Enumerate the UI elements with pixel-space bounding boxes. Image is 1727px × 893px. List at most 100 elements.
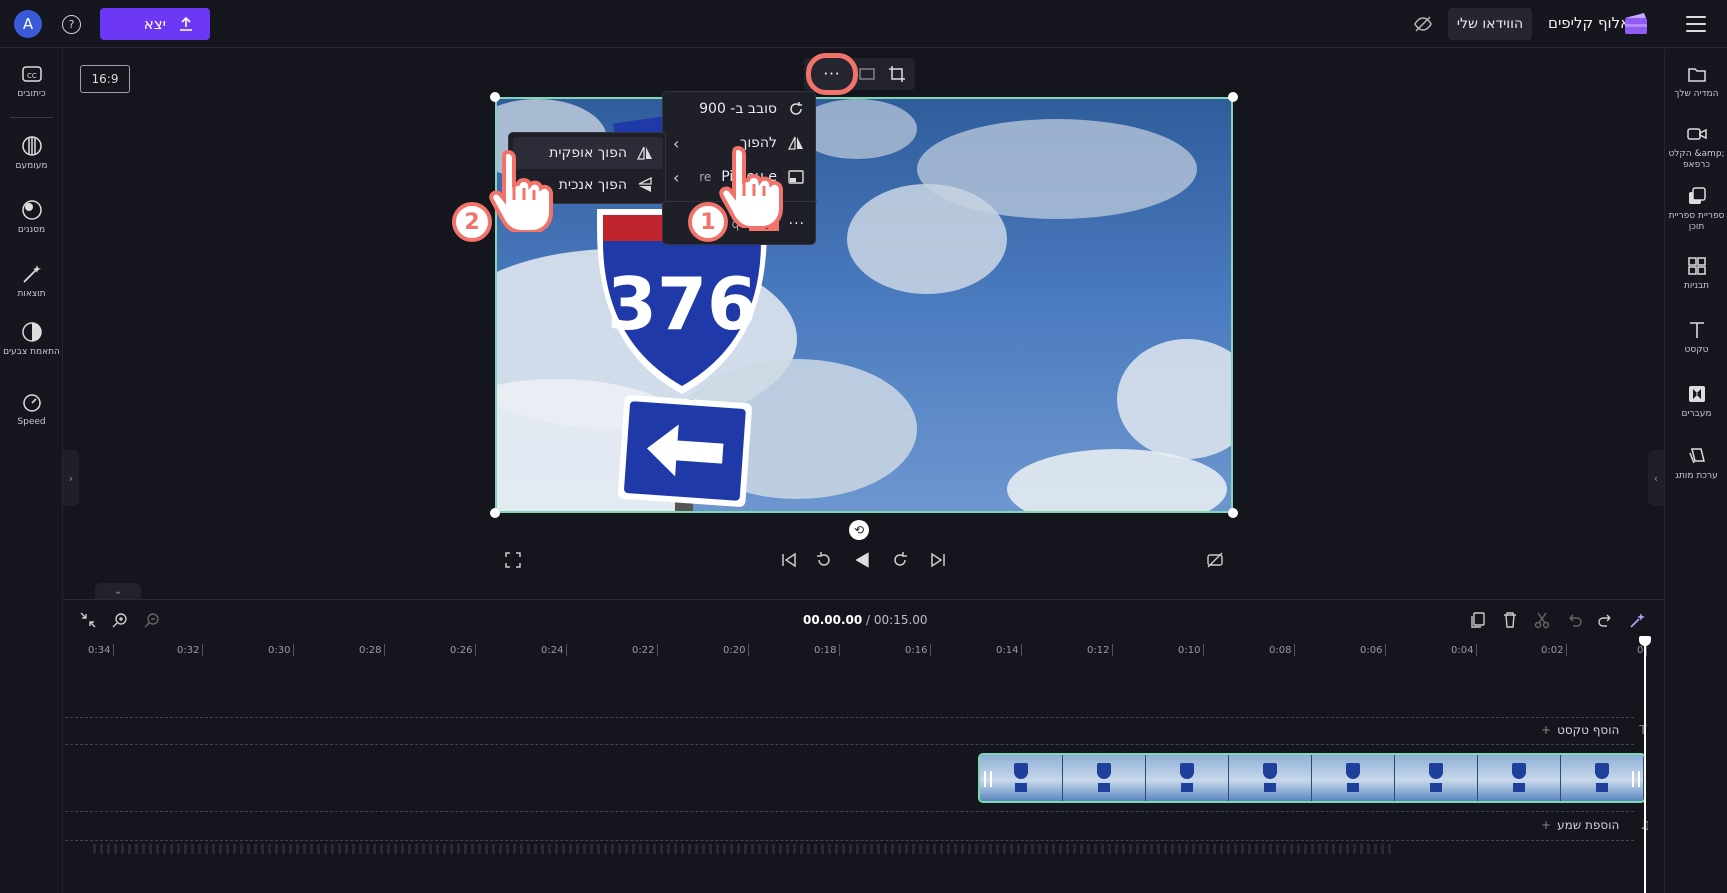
sidebar-item-effects[interactable]: תוצאות: [0, 263, 63, 300]
sidebar-label: תבניות: [1683, 281, 1710, 291]
shield-number: 376: [607, 262, 757, 346]
ruler-tick: 0: [1637, 644, 1649, 656]
redo-icon[interactable]: [1597, 611, 1615, 629]
add-audio-track-button[interactable]: + הוספת שמע ♫: [1541, 818, 1650, 832]
play-button[interactable]: [852, 550, 872, 570]
sidebar-item-text[interactable]: טקסט: [1665, 319, 1727, 356]
clipchamp-logo-icon: [1625, 13, 1647, 34]
more-options-button[interactable]: ···: [806, 53, 858, 95]
collapse-right-panel-chevron-icon[interactable]: ‹: [1648, 450, 1664, 506]
ruler-tick: 0:16: [905, 644, 933, 656]
export-button[interactable]: יצא: [100, 8, 210, 40]
resize-handle-bottom-left[interactable]: [490, 508, 500, 518]
clip-thumbnail: [1395, 755, 1478, 801]
duplicate-icon[interactable]: [1469, 611, 1487, 629]
record-icon: [1686, 128, 1707, 140]
sidebar-item-record-create[interactable]: הקלט &amp; כרפאפ: [1665, 123, 1727, 171]
timecode: 00.00.00 / 00:15.00: [803, 613, 928, 627]
help-icon[interactable]: ?: [62, 15, 81, 34]
audio-waveform-placeholder: [93, 844, 1393, 854]
rewind-icon: [817, 552, 830, 566]
sidebar-label: טקסט: [1684, 345, 1709, 355]
sidebar-label: הקלט &amp; כרפאפ: [1668, 149, 1725, 170]
resize-handle-bottom-right[interactable]: [1228, 508, 1238, 518]
sidebar-label: התאמת צבעים: [3, 347, 60, 357]
aspect-ratio-button[interactable]: 16:9: [80, 65, 130, 93]
skip-to-start-button[interactable]: [780, 551, 798, 569]
sidebar-item-content-library[interactable]: ספריית ספריית תוכן: [1665, 185, 1727, 233]
ruler-tick: 0:08: [1269, 644, 1297, 656]
resize-handle-top-left[interactable]: [490, 92, 500, 102]
skip-to-end-button[interactable]: [929, 551, 947, 569]
user-avatar[interactable]: A: [14, 10, 42, 38]
collapse-arrows-icon[interactable]: [79, 611, 97, 629]
clip-thumbnail: [1478, 755, 1561, 801]
ruler-tick: 0:30: [268, 644, 296, 656]
collapse-left-panel-chevron-icon[interactable]: ›: [63, 450, 79, 506]
media-folder-icon: [1687, 68, 1706, 82]
rotate-handle-icon[interactable]: ⟲: [849, 520, 869, 540]
forward-icon: [894, 552, 907, 566]
sidebar-item-templates[interactable]: תבניות: [1665, 255, 1727, 292]
crop-icon[interactable]: [887, 64, 907, 84]
magic-sparkle-icon[interactable]: [1629, 611, 1647, 629]
sidebar-label: המדיה שלך: [1674, 89, 1719, 99]
fit-icon[interactable]: [857, 64, 877, 84]
add-text-track-button[interactable]: + הוסף טקסט T: [1541, 723, 1647, 737]
ruler-tick: 0:04: [1451, 644, 1479, 656]
hide-preview-button[interactable]: [1206, 551, 1224, 569]
sidebar-item-color-adjust[interactable]: התאמת צבעים: [0, 321, 63, 358]
split-scissors-icon[interactable]: [1533, 611, 1551, 629]
sidebar-label: ערכת מותג: [1675, 471, 1718, 481]
fullscreen-icon: [505, 552, 521, 568]
rewind-5s-button[interactable]: [815, 551, 833, 569]
timeline-ruler[interactable]: 0 0:02 0:04 0:06 0:08 0:10 0:12 0:14 0:1…: [63, 640, 1664, 662]
play-icon: [855, 552, 869, 568]
sidebar-item-brand-kit[interactable]: ערכת מותג: [1665, 445, 1727, 482]
content-library-icon: [1688, 187, 1706, 204]
zoom-out-icon[interactable]: [143, 611, 161, 629]
clip-thumbnail: [980, 755, 1063, 801]
right-navigation-panel: המדיה שלך הקלט &amp; כרפאפ ספריית ספריית…: [1664, 49, 1727, 893]
resize-handle-top-right[interactable]: [1228, 92, 1238, 102]
brand-kit-icon: [1688, 448, 1705, 464]
menu-item-label: הפוך אנכית: [558, 177, 627, 193]
zoom-in-icon[interactable]: [111, 611, 129, 629]
playhead[interactable]: [1639, 636, 1651, 893]
ruler-tick: 0:06: [1360, 644, 1388, 656]
sidebar-item-captions[interactable]: CC כיתובים: [0, 63, 63, 100]
flip-vertical-icon: [638, 177, 652, 192]
sidebar-item-fade[interactable]: מעומעם: [0, 135, 63, 172]
chevron-left-icon: ‹: [673, 133, 680, 153]
clip-thumbnail: [1146, 755, 1229, 801]
sidebar-item-your-media[interactable]: המדיה שלך: [1665, 63, 1727, 100]
forward-5s-button[interactable]: [891, 551, 909, 569]
menu-item-label: סובב ב- 900: [699, 101, 777, 117]
ruler-tick: 0:28: [359, 644, 387, 656]
ruler-tick: 0:18: [814, 644, 842, 656]
sidebar-item-speed[interactable]: Speed: [0, 391, 63, 428]
ruler-tick: 0:20: [723, 644, 751, 656]
track-divider: [65, 744, 1634, 745]
svg-text:CC: CC: [27, 72, 37, 80]
sidebar-item-filters[interactable]: מסננים: [0, 199, 63, 236]
undo-icon[interactable]: [1565, 611, 1583, 629]
clip-trim-handle-right[interactable]: [1632, 771, 1640, 787]
speed-icon: [22, 394, 41, 412]
menu-item-rotate[interactable]: סובב ב- 900: [663, 92, 817, 126]
my-videos-button[interactable]: הווידאו שלי: [1448, 8, 1532, 40]
clip-trim-handle-left[interactable]: [984, 771, 992, 787]
eye-off-icon[interactable]: [1413, 14, 1433, 34]
ruler-tick: 0:14: [996, 644, 1024, 656]
fullscreen-button[interactable]: [504, 551, 522, 569]
sidebar-item-transitions[interactable]: מעברים: [1665, 383, 1727, 420]
delete-icon[interactable]: [1501, 611, 1519, 629]
color-adjust-icon: [21, 322, 42, 342]
collapse-timeline-chevron-icon[interactable]: ⌄: [95, 583, 141, 599]
skip-forward-icon: [931, 552, 945, 568]
clip-thumbnail: [1312, 755, 1395, 801]
video-clip[interactable]: [978, 753, 1646, 803]
captions-icon: CC: [21, 66, 42, 82]
hamburger-menu-icon[interactable]: [1686, 16, 1706, 32]
ruler-tick: 0:12: [1087, 644, 1115, 656]
